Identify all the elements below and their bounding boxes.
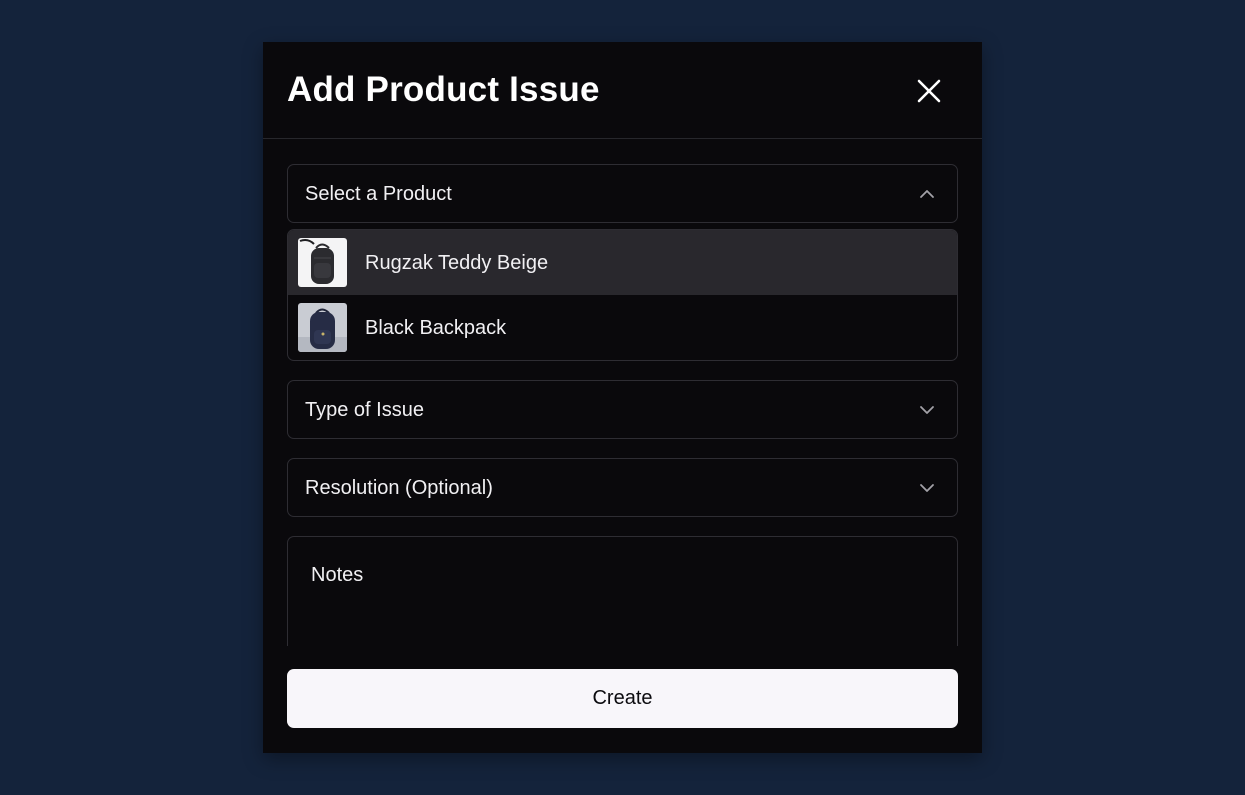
notes-placeholder: Notes <box>311 564 364 586</box>
resolution-select-label: Resolution (Optional) <box>305 477 493 499</box>
chevron-down-icon <box>920 406 934 414</box>
product-option-black-backpack[interactable]: Black Backpack <box>288 295 957 360</box>
modal-header: Add Product Issue <box>263 42 982 139</box>
product-option-label: Black Backpack <box>365 317 507 339</box>
product-thumbnail <box>298 303 347 352</box>
product-option-label: Rugzak Teddy Beige <box>365 252 549 274</box>
close-button[interactable] <box>913 75 945 107</box>
product-dropdown-list: Rugzak Teddy Beige Black Backpack <box>287 229 958 361</box>
add-product-issue-modal: Add Product Issue Select a Product Rugza… <box>263 42 982 753</box>
resolution-select[interactable]: Resolution (Optional) <box>287 458 958 517</box>
notes-textarea[interactable]: Notes <box>287 536 958 646</box>
issue-type-select[interactable]: Type of Issue <box>287 380 958 439</box>
modal-title: Add Product Issue <box>287 70 600 109</box>
product-select-label: Select a Product <box>305 183 452 205</box>
product-thumbnail <box>298 238 347 287</box>
create-button[interactable]: Create <box>287 669 958 728</box>
product-option-rugzak-teddy-beige[interactable]: Rugzak Teddy Beige <box>288 230 957 295</box>
close-icon <box>917 79 941 103</box>
chevron-down-icon <box>920 484 934 492</box>
issue-type-select-label: Type of Issue <box>305 399 424 421</box>
product-select[interactable]: Select a Product <box>287 164 958 223</box>
chevron-up-icon <box>920 190 934 198</box>
